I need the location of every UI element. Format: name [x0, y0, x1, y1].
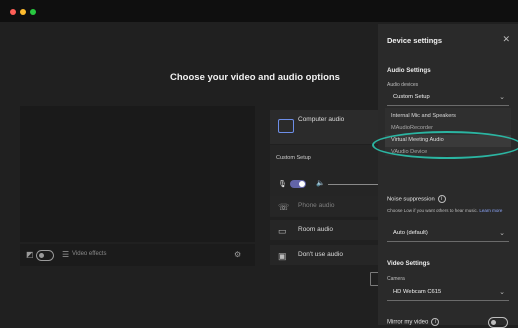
- settings-gear-icon[interactable]: ⚙: [234, 250, 241, 259]
- dont-use-audio-label: Don't use audio: [298, 251, 343, 258]
- device-settings-panel: Device settings ✕ Audio Settings Audio d…: [378, 24, 518, 328]
- audio-devices-dropdown[interactable]: Custom Setup ⌄: [387, 91, 509, 106]
- noise-suppression-label: Noise suppression i: [387, 195, 446, 203]
- video-preview: [20, 106, 255, 242]
- chevron-down-icon: ⌄: [499, 230, 505, 237]
- phone-icon: ☏: [278, 202, 290, 212]
- camera-label: Camera: [387, 276, 405, 282]
- dont-use-audio-option[interactable]: ▣ Don't use audio: [270, 245, 380, 265]
- chevron-down-icon: ⌄: [499, 289, 505, 296]
- chevron-down-icon: ⌄: [499, 94, 505, 101]
- microphone-icon: 🎙: [278, 181, 287, 188]
- learn-more-link[interactable]: Learn more: [479, 208, 502, 213]
- camera-value: HD Webcam C615: [393, 289, 442, 295]
- noise-suppression-dropdown[interactable]: Auto (default) ⌄: [387, 227, 509, 242]
- info-icon[interactable]: i: [437, 195, 446, 203]
- audio-devices-value: Custom Setup: [393, 94, 430, 100]
- close-window-button[interactable]: [10, 9, 16, 15]
- video-settings-heading: Video Settings: [387, 260, 430, 267]
- computer-audio-icon: [278, 119, 294, 133]
- option-maudiorecorder[interactable]: MAudioRecorder: [391, 125, 433, 131]
- microphone-toggle[interactable]: [290, 180, 306, 188]
- noise-description-text: Choose Low if you want others to hear mu…: [387, 208, 479, 213]
- room-audio-label: Room audio: [298, 226, 334, 233]
- video-effects-icon: ☰: [62, 250, 70, 259]
- computer-audio-label: Computer audio: [298, 116, 345, 123]
- no-audio-icon: ▣: [278, 251, 287, 261]
- video-effects-label[interactable]: Video effects: [72, 251, 106, 257]
- noise-suppression-text: Noise suppression: [387, 196, 435, 203]
- room-audio-icon: ▭: [278, 226, 287, 236]
- camera-toggle[interactable]: [36, 250, 54, 261]
- speaker-icon: 🔈: [316, 180, 325, 187]
- camera-off-icon: ◩: [26, 250, 34, 259]
- zoom-window-button[interactable]: [30, 9, 36, 15]
- audio-devices-label: Audio devices: [387, 82, 419, 88]
- option-internal-mic[interactable]: Internal Mic and Speakers: [391, 113, 456, 119]
- minimize-window-button[interactable]: [20, 9, 26, 15]
- page-title: Choose your video and audio options: [170, 72, 340, 83]
- video-controls: ◩ ☰ Video effects ⚙: [20, 244, 255, 266]
- room-audio-option[interactable]: ▭ Room audio: [270, 220, 380, 240]
- window-titlebar: [0, 0, 518, 22]
- phone-audio-label: Phone audio: [298, 202, 335, 209]
- custom-setup-label: Custom Setup: [276, 155, 311, 161]
- volume-slider[interactable]: [328, 184, 378, 185]
- mic-speaker-row: 🎙 🔈: [276, 179, 380, 191]
- close-icon[interactable]: ✕: [502, 34, 510, 45]
- computer-audio-option[interactable]: Computer audio: [270, 110, 380, 144]
- annotation-highlight-ellipse: [372, 131, 518, 159]
- phone-audio-option[interactable]: ☏ Phone audio: [270, 196, 380, 216]
- camera-dropdown[interactable]: HD Webcam C615 ⌄: [387, 286, 509, 301]
- audio-settings-heading: Audio Settings: [387, 67, 431, 74]
- mirror-video-toggle[interactable]: [488, 317, 508, 328]
- panel-title: Device settings: [387, 36, 443, 45]
- noise-description: Choose Low if you want others to hear mu…: [387, 208, 507, 214]
- noise-suppression-value: Auto (default): [393, 230, 428, 236]
